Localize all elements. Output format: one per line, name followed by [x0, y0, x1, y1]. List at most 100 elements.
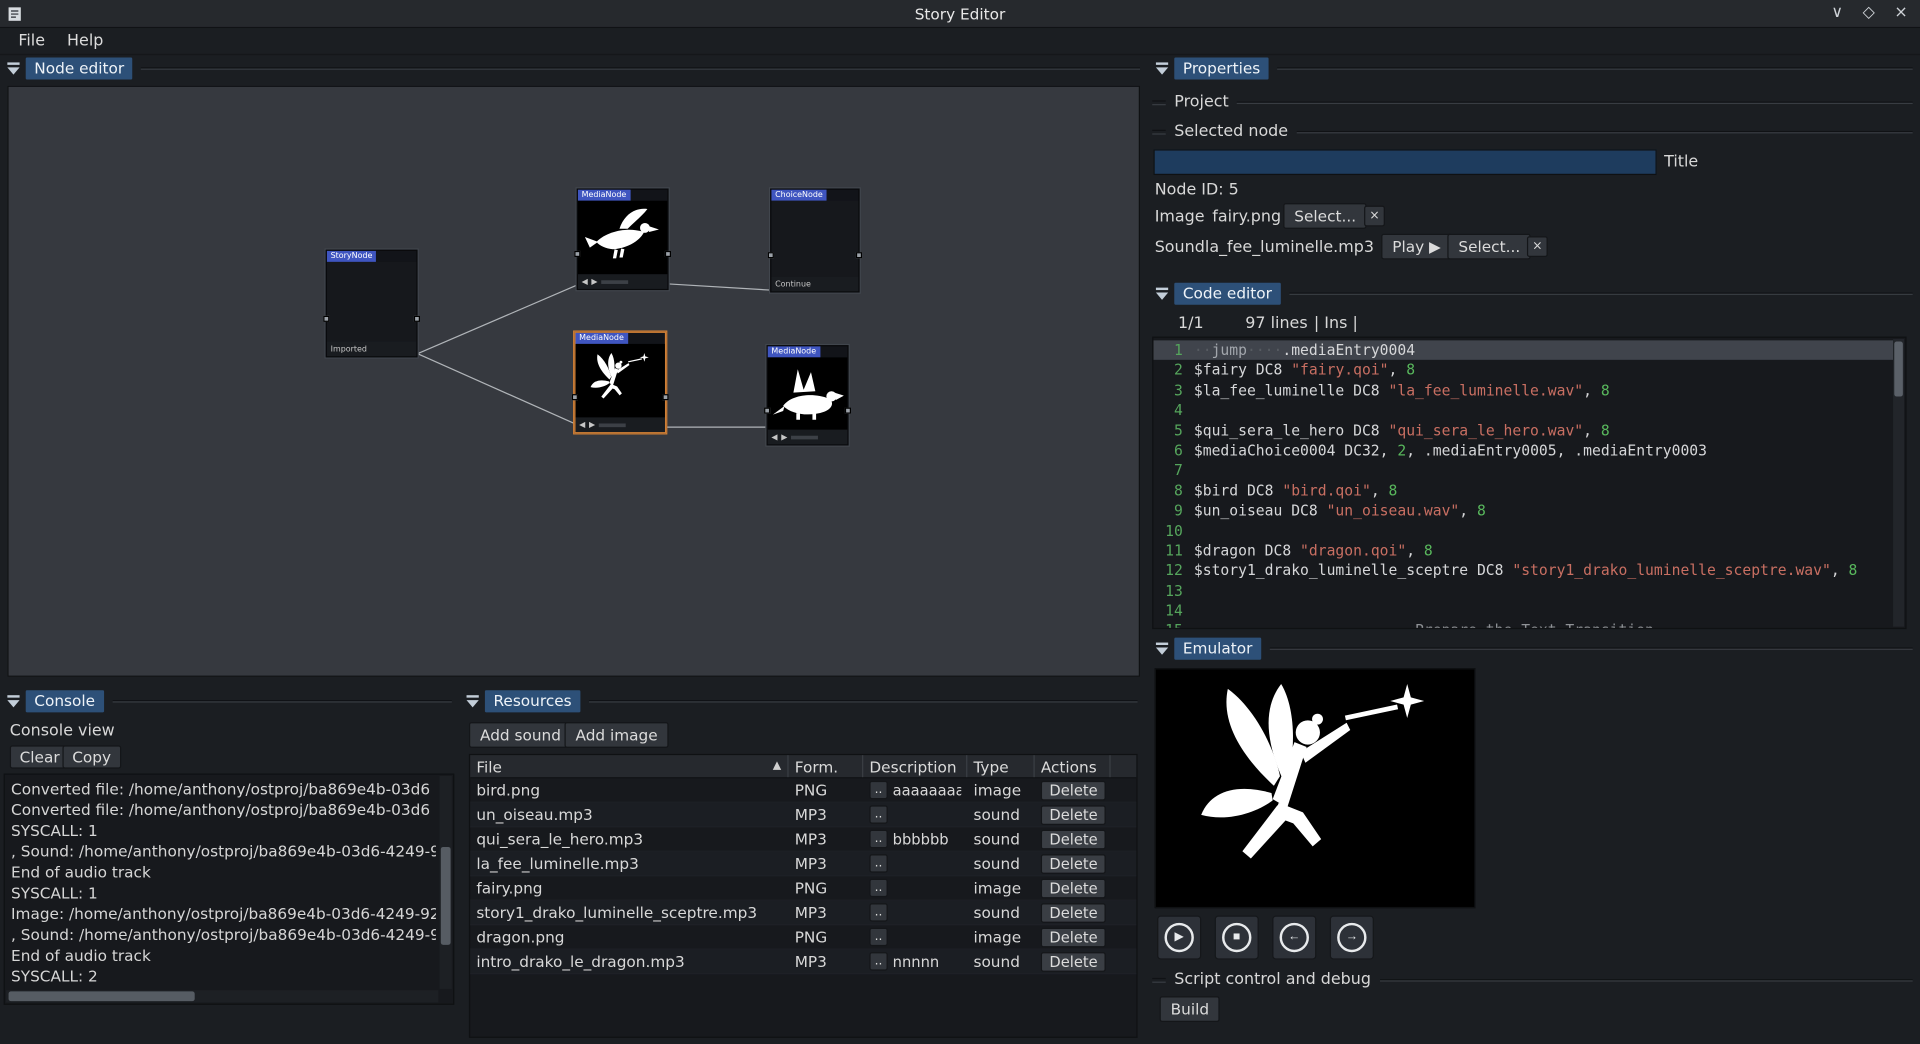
code-line[interactable]: 13 — [1153, 581, 1893, 601]
table-row[interactable]: story1_drako_luminelle_sceptre.mp3MP3..s… — [470, 901, 1136, 925]
code-line[interactable]: 6$mediaChoice0004 DC32, 2, .mediaEntry00… — [1153, 441, 1893, 461]
console-horizontal-scrollbar[interactable] — [6, 990, 438, 1002]
dock-arrow-icon[interactable] — [7, 695, 19, 707]
code-line[interactable]: 12$story1_drako_luminelle_sceptre DC8 "s… — [1153, 561, 1893, 581]
edit-description-button[interactable]: .. — [869, 805, 887, 823]
delete-button[interactable]: Delete — [1041, 854, 1106, 874]
dock-arrow-icon[interactable] — [1156, 643, 1168, 655]
code-line[interactable]: 3$la_fee_luminelle DC8 "la_fee_luminelle… — [1153, 380, 1893, 400]
output-pin[interactable] — [662, 394, 668, 400]
code-line[interactable]: 8$bird DC8 "bird.qoi", 8 — [1153, 481, 1893, 501]
console-title[interactable]: Console — [26, 690, 104, 712]
dock-arrow-icon[interactable] — [467, 695, 479, 707]
table-row[interactable]: un_oiseau.mp3MP3..soundDelete — [470, 803, 1136, 827]
column-header-file[interactable]: File ▲ — [470, 755, 788, 777]
delete-button[interactable]: Delete — [1041, 903, 1106, 923]
fairy-media-node[interactable]: MediaNode ◀ ▶ — [574, 332, 666, 434]
input-pin[interactable] — [764, 407, 770, 413]
edit-description-button[interactable]: .. — [869, 830, 887, 848]
node-header[interactable]: MediaNode — [576, 333, 628, 344]
output-pin[interactable] — [856, 253, 862, 259]
code-line[interactable]: 10 — [1153, 521, 1893, 541]
build-button[interactable]: Build — [1160, 996, 1220, 1022]
delete-button[interactable]: Delete — [1041, 780, 1106, 800]
code-line[interactable]: 7 — [1153, 461, 1893, 481]
bird-media-node[interactable]: MediaNode ◀▶ — [577, 188, 669, 290]
image-select-button[interactable]: Select... — [1283, 203, 1367, 229]
edit-description-button[interactable]: .. — [869, 781, 887, 799]
node-play-icon[interactable]: ▶ — [589, 420, 595, 430]
play-button[interactable]: ▶ — [1157, 915, 1201, 959]
sound-play-button[interactable]: Play ▶ — [1381, 234, 1452, 260]
code-editor-title[interactable]: Code editor — [1174, 283, 1280, 305]
maximize-button[interactable]: ◇ — [1863, 1, 1875, 25]
dock-arrow-icon[interactable] — [1156, 288, 1168, 300]
node-header[interactable]: MediaNode — [578, 190, 630, 201]
node-play-icon[interactable]: ▶ — [591, 277, 597, 287]
choice-node[interactable]: ChoiceNodeContinue — [770, 188, 859, 292]
node-canvas[interactable]: StoryNodeImportedMediaNode◀▶ChoiceNodeCo… — [7, 86, 1140, 677]
prev-button[interactable]: ← — [1272, 915, 1316, 959]
dragon-media-node[interactable]: MediaNode ◀ ▶ — [767, 345, 849, 445]
column-header-format[interactable]: Form. — [789, 755, 864, 777]
dock-arrow-icon[interactable] — [1156, 62, 1168, 74]
stop-button[interactable]: ■ — [1215, 915, 1259, 959]
input-pin[interactable] — [572, 394, 578, 400]
node-prev-icon[interactable]: ◀ — [771, 432, 777, 442]
output-pin[interactable] — [665, 251, 671, 257]
edit-description-button[interactable]: .. — [869, 903, 887, 921]
table-row[interactable]: qui_sera_le_hero.mp3MP3..bbbbbbsoundDele… — [470, 827, 1136, 851]
column-header-description[interactable]: Description — [863, 755, 967, 777]
add-image-button[interactable]: Add image — [564, 722, 668, 748]
resources-title[interactable]: Resources — [485, 690, 580, 712]
properties-title[interactable]: Properties — [1174, 58, 1268, 80]
title-input[interactable] — [1153, 149, 1656, 175]
node-prev-icon[interactable]: ◀ — [582, 277, 588, 287]
clear-image-button[interactable]: × — [1364, 206, 1385, 227]
edit-description-button[interactable]: .. — [869, 952, 887, 970]
story-node[interactable]: StoryNodeImported — [326, 250, 418, 358]
next-button[interactable]: → — [1330, 915, 1374, 959]
console-copy-button[interactable]: Copy — [62, 745, 120, 768]
code-line[interactable]: 15------------------------ Prepare the T… — [1153, 621, 1893, 628]
table-row[interactable]: bird.pngPNG..aaaaaaaaaimageDelete — [470, 778, 1136, 802]
code-line[interactable]: 2$fairy DC8 "fairy.qoi", 8 — [1153, 360, 1893, 380]
table-row[interactable]: dragon.pngPNG..imageDelete — [470, 925, 1136, 949]
code-line[interactable]: 11$dragon DC8 "dragon.qoi", 8 — [1153, 541, 1893, 561]
code-line[interactable]: 4 — [1153, 400, 1893, 420]
menu-help[interactable]: Help — [56, 29, 114, 52]
delete-button[interactable]: Delete — [1041, 805, 1106, 825]
column-header-type[interactable]: Type — [967, 755, 1034, 777]
edit-description-button[interactable]: .. — [869, 879, 887, 897]
edit-description-button[interactable]: .. — [869, 928, 887, 946]
code-line[interactable]: 1··jump····.mediaEntry0004 — [1153, 340, 1893, 360]
output-pin[interactable] — [845, 407, 851, 413]
code-line[interactable]: 5$qui_sera_le_hero DC8 "qui_sera_le_hero… — [1153, 420, 1893, 440]
add-sound-button[interactable]: Add sound — [469, 722, 572, 748]
menu-file[interactable]: File — [7, 29, 56, 52]
output-pin[interactable] — [414, 316, 420, 322]
table-row[interactable]: la_fee_luminelle.mp3MP3..soundDelete — [470, 852, 1136, 876]
close-button[interactable]: × — [1894, 1, 1907, 25]
code-scrollbar[interactable] — [1893, 339, 1904, 627]
node-prev-icon[interactable]: ◀ — [579, 420, 585, 430]
table-row[interactable]: fairy.pngPNG..imageDelete — [470, 876, 1136, 900]
input-pin[interactable] — [574, 251, 580, 257]
code-editor[interactable]: 1··jump····.mediaEntry00042$fairy DC8 "f… — [1152, 337, 1906, 630]
minimize-button[interactable]: ∨ — [1831, 1, 1843, 25]
table-row[interactable]: intro_drako_le_dragon.mp3MP3..nnnnnsound… — [470, 950, 1136, 974]
delete-button[interactable]: Delete — [1041, 829, 1106, 849]
node-play-icon[interactable]: ▶ — [781, 432, 787, 442]
node-header[interactable]: MediaNode — [768, 346, 820, 357]
delete-button[interactable]: Delete — [1041, 878, 1106, 898]
input-pin[interactable] — [768, 253, 774, 259]
dock-arrow-icon[interactable] — [7, 62, 19, 74]
input-pin[interactable] — [323, 316, 329, 322]
node-header[interactable]: StoryNode — [327, 251, 376, 262]
code-line[interactable]: 9$un_oiseau DC8 "un_oiseau.wav", 8 — [1153, 501, 1893, 521]
console-vertical-scrollbar[interactable] — [440, 776, 452, 989]
edit-description-button[interactable]: .. — [869, 854, 887, 872]
code-line[interactable]: 14 — [1153, 601, 1893, 621]
sound-select-button[interactable]: Select... — [1447, 234, 1531, 260]
emulator-title[interactable]: Emulator — [1174, 638, 1261, 660]
